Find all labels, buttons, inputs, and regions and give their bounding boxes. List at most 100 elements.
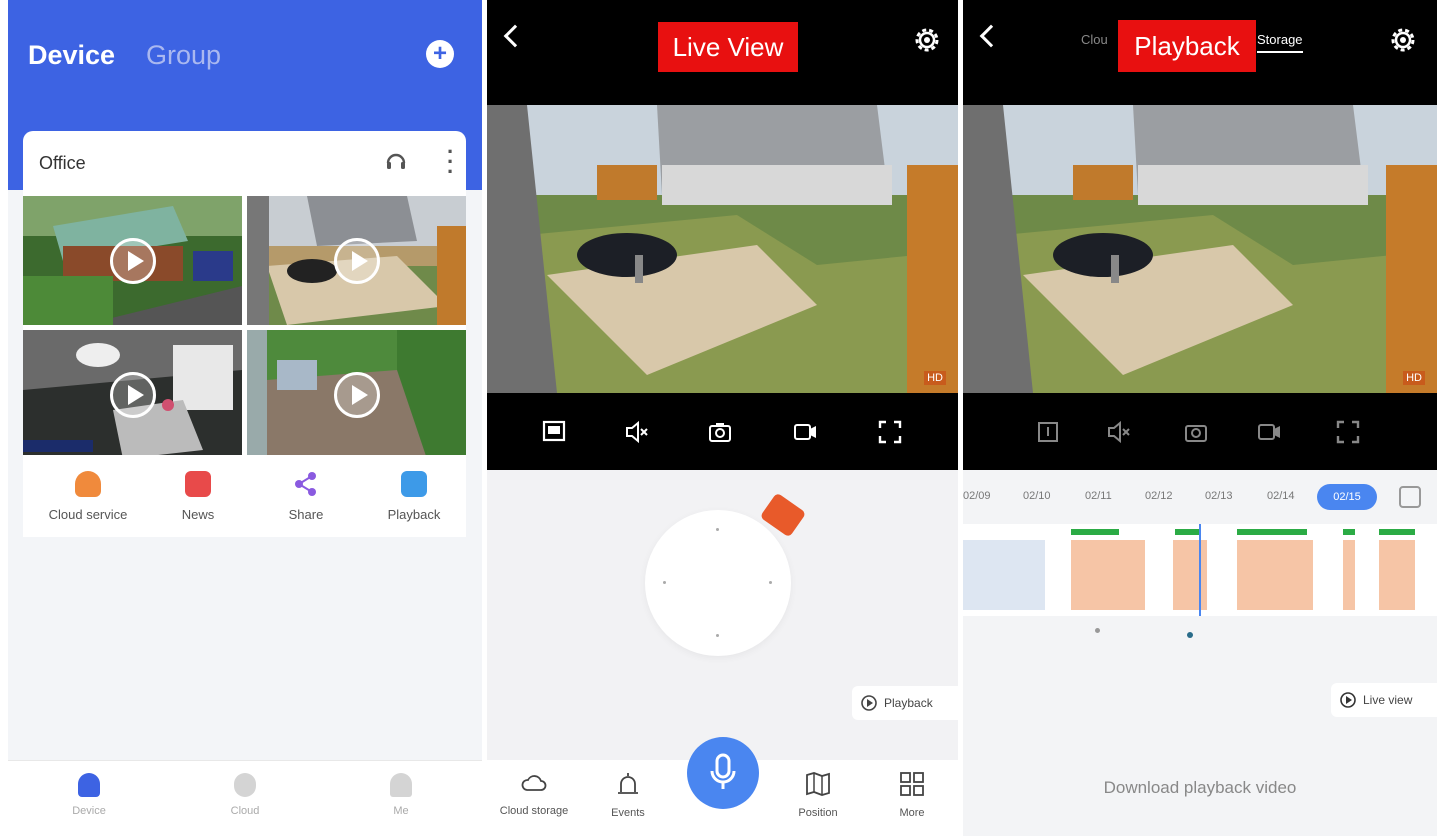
playback-button[interactable]: Playback [852, 686, 958, 720]
live-view-screen: Live View HD Playback Cloud storage Even… [487, 0, 958, 836]
motion-bar [1343, 529, 1355, 535]
nav-cloud[interactable]: Cloud [200, 773, 290, 817]
nav-label: Position [798, 807, 838, 819]
gear-icon[interactable] [913, 26, 941, 54]
playback-video[interactable]: HD [963, 105, 1437, 393]
nav-label: Cloud [230, 805, 260, 817]
recording-timeline[interactable] [963, 524, 1437, 616]
tab-group[interactable]: Group [146, 40, 221, 71]
camera-grid [23, 193, 466, 459]
tab-storage[interactable]: Storage [1257, 32, 1303, 53]
device-card-header: Office · · · [23, 131, 466, 193]
device-group-name: Office [39, 153, 86, 173]
hd-badge[interactable]: HD [1403, 371, 1425, 385]
headset-icon[interactable] [383, 149, 409, 175]
tab-device[interactable]: Device [28, 40, 115, 71]
download-icon[interactable] [1035, 419, 1061, 445]
date-item[interactable]: 02/09 [963, 490, 991, 502]
mute-icon[interactable] [1105, 419, 1131, 445]
cloud-icon [234, 773, 256, 797]
record-icon[interactable] [792, 419, 818, 445]
date-selector: 02/09 02/10 02/11 02/12 02/13 02/14 02/1… [963, 474, 1437, 522]
fullscreen-icon[interactable] [877, 419, 903, 445]
more-vertical-icon[interactable]: · · · [447, 141, 454, 183]
camera-thumbnail[interactable] [247, 330, 466, 459]
timeline-segment[interactable] [1237, 540, 1313, 610]
share-button[interactable]: Share [251, 471, 361, 522]
nav-more[interactable]: More [867, 772, 957, 819]
timeline-segment[interactable] [1071, 540, 1145, 610]
joystick-left-marker [663, 581, 666, 584]
mute-icon[interactable] [623, 419, 649, 445]
nav-label: Cloud storage [499, 805, 569, 817]
live-view-label: Live View [658, 22, 798, 72]
nav-label: Device [72, 805, 106, 817]
quick-action-label: Playback [387, 507, 441, 522]
live-controls [487, 393, 958, 470]
alarm-icon [618, 773, 638, 794]
fullscreen-icon[interactable] [1335, 419, 1361, 445]
bottom-nav: Device Cloud Me [8, 760, 482, 836]
timeline-past-block [963, 540, 1045, 610]
snapshot-icon[interactable] [1183, 419, 1209, 445]
nav-cloud-storage[interactable]: Cloud storage [489, 772, 579, 817]
camera-thumbnail[interactable] [23, 196, 242, 325]
joystick-up-marker [716, 528, 719, 531]
motion-bar [1379, 529, 1415, 535]
news-button[interactable]: News [143, 471, 253, 522]
gear-icon[interactable] [1389, 26, 1417, 54]
camera-thumbnail[interactable] [23, 330, 242, 459]
timeline-segment[interactable] [1379, 540, 1415, 610]
live-view-button[interactable]: Live view [1331, 683, 1437, 717]
camera-thumbnail[interactable] [247, 196, 466, 325]
live-view-topbar: Live View [487, 0, 958, 105]
timeline-cursor[interactable] [1199, 524, 1201, 616]
nav-device[interactable]: Device [44, 773, 134, 817]
live-view-button-label: Live view [1363, 693, 1413, 707]
microphone-icon [710, 753, 736, 789]
ptz-joystick[interactable] [645, 510, 791, 656]
date-item[interactable]: 02/12 [1145, 490, 1173, 502]
timeline-segment[interactable] [1173, 540, 1207, 610]
motion-bar [1071, 529, 1119, 535]
quick-action-label: Cloud service [48, 507, 128, 522]
cloud-icon [521, 775, 547, 791]
tab-cloud[interactable]: Clou [1081, 32, 1108, 47]
playback-icon [861, 695, 877, 711]
nav-label: More [899, 807, 925, 819]
video-frame [963, 105, 1437, 393]
date-item[interactable]: 02/14 [1267, 490, 1295, 502]
play-icon[interactable] [109, 371, 156, 418]
nav-position[interactable]: Position [773, 772, 863, 819]
date-item[interactable]: 02/13 [1205, 490, 1233, 502]
date-item-selected[interactable]: 02/15 [1317, 484, 1377, 510]
date-item[interactable]: 02/10 [1023, 490, 1051, 502]
download-playback-link[interactable]: Download playback video [963, 778, 1437, 798]
calendar-icon[interactable] [1399, 486, 1421, 508]
nav-me[interactable]: Me [356, 773, 446, 817]
timeline-segment[interactable] [1343, 540, 1355, 610]
talk-button[interactable] [687, 737, 759, 809]
multi-screen-icon[interactable] [541, 419, 567, 445]
play-icon[interactable] [333, 237, 380, 284]
back-arrow-icon[interactable] [503, 24, 527, 48]
plus-circle-icon[interactable]: + [426, 40, 454, 68]
nav-events[interactable]: Events [583, 772, 673, 819]
video-frame [487, 105, 958, 393]
play-icon[interactable] [109, 237, 156, 284]
playback-button[interactable]: Playback [359, 471, 469, 522]
zoom-marker [1187, 632, 1193, 638]
live-video-feed[interactable]: HD [487, 105, 958, 393]
device-icon [78, 773, 100, 797]
joystick-right-marker [769, 581, 772, 584]
playback-screen: Clou Playback Storage HD 02/09 02/10 02/… [963, 0, 1437, 836]
playback-icon [401, 471, 427, 497]
hd-badge[interactable]: HD [924, 371, 946, 385]
nav-label: Me [393, 805, 409, 817]
snapshot-icon[interactable] [707, 419, 733, 445]
back-arrow-icon[interactable] [979, 24, 1003, 48]
cloud-service-button[interactable]: Cloud service [33, 471, 143, 522]
date-item[interactable]: 02/11 [1085, 490, 1112, 502]
play-icon[interactable] [333, 371, 380, 418]
record-icon[interactable] [1256, 419, 1282, 445]
